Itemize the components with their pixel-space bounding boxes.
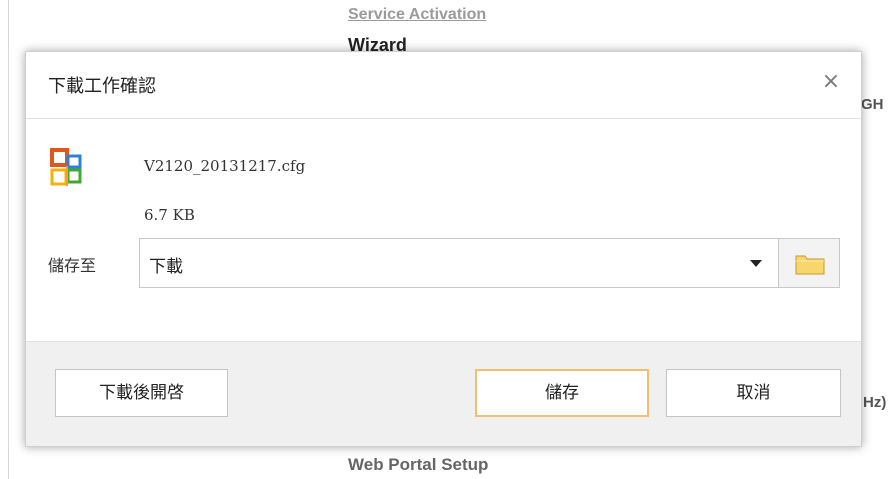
cancel-button[interactable]: 取消	[666, 369, 841, 417]
open-after-download-button[interactable]: 下載後開啓	[55, 369, 228, 417]
background-text-fragment-top: GH	[861, 96, 884, 113]
page: Service Activation Wizard GH Hz) Web Por…	[0, 0, 893, 479]
web-portal-setup-heading: Web Portal Setup	[348, 455, 489, 474]
folder-icon	[795, 253, 825, 275]
save-location-dropdown[interactable]: 下載	[139, 238, 779, 288]
dialog-footer: 下載後開啓 儲存 取消	[26, 341, 861, 446]
close-button[interactable]: ×	[819, 70, 843, 94]
service-activation-link[interactable]: Service Activation	[348, 6, 486, 24]
save-location-value: 下載	[149, 257, 183, 277]
file-size: 6.7 KB	[144, 206, 195, 224]
chevron-down-icon[interactable]	[750, 260, 762, 267]
dialog-header: 下載工作確認 ×	[26, 52, 861, 119]
page-left-border	[8, 0, 9, 479]
browse-folder-button[interactable]	[778, 238, 840, 288]
download-confirm-dialog: 下載工作確認 × V2120_20131217.cfg 6.7 KB 儲存至 下…	[25, 51, 862, 447]
background-text-fragment-bottom: Hz)	[863, 394, 887, 411]
file-name: V2120_20131217.cfg	[144, 157, 306, 175]
office-file-icon	[50, 148, 84, 190]
save-to-label: 儲存至	[48, 256, 97, 275]
dialog-title: 下載工作確認	[48, 76, 156, 97]
save-button[interactable]: 儲存	[475, 369, 649, 417]
